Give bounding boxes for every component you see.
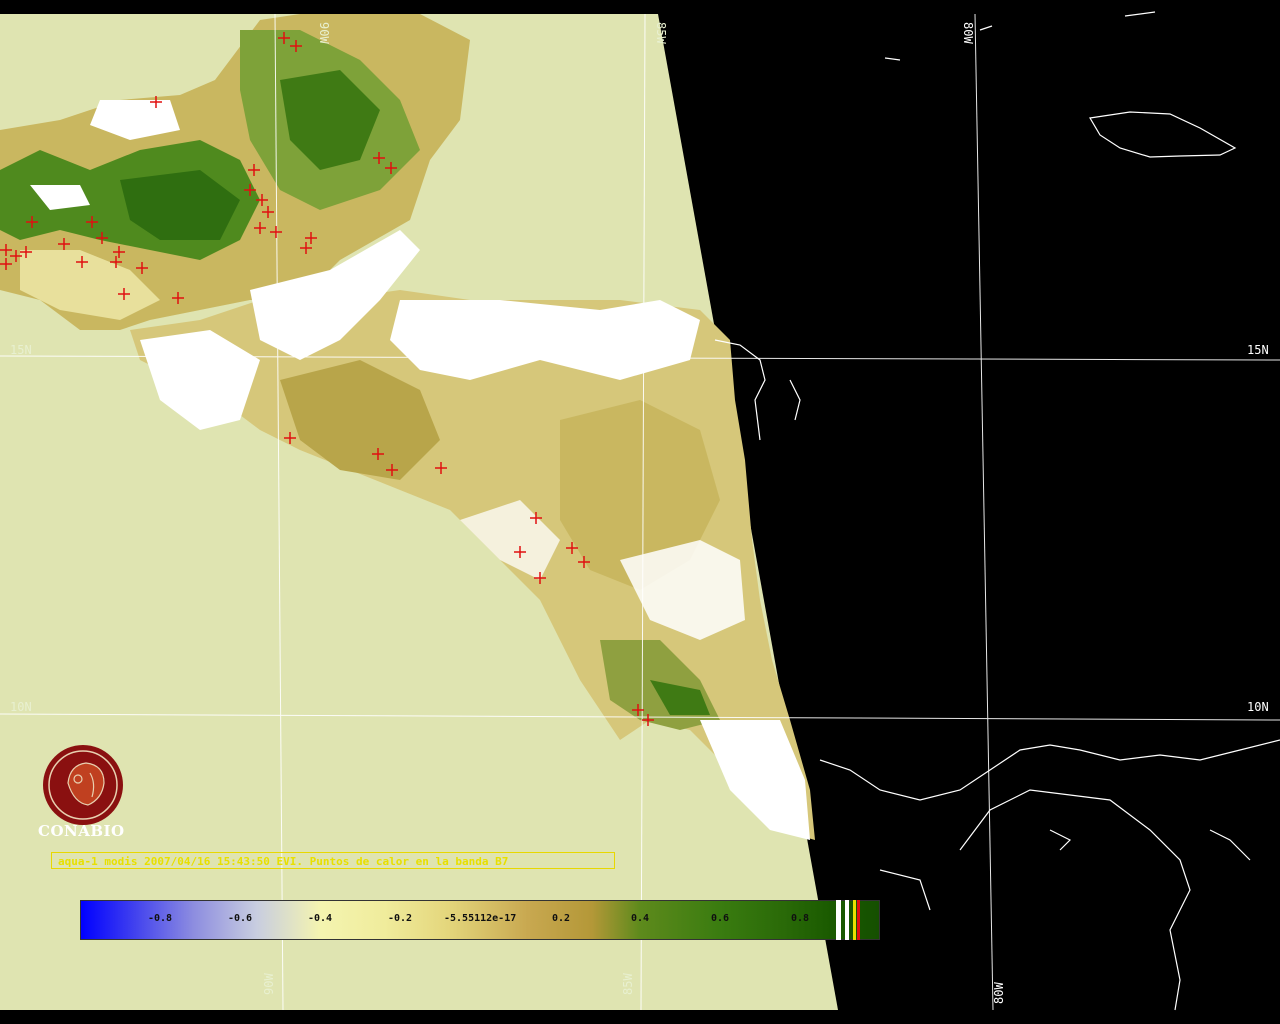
map-canvas: 90W 85W 80W 15N 15N 10N 10N 90W 85W 80W [0,0,1280,1024]
label-15n-left: 15N [10,343,32,357]
colorbar-tick: 0.4 [631,913,650,924]
colorbar-red-swatch [857,900,860,940]
label-15n-right: 15N [1247,343,1269,357]
conabio-logo-text: CONABIO [38,822,125,840]
colorbar-tick: -0.4 [308,913,333,924]
image-caption: aqua-1 modis 2007/04/16 15:43:50 EVI. Pu… [51,852,615,869]
colorbar-tick: -0.2 [388,913,413,924]
label-10n-left: 10N [10,700,32,714]
colorbar-tick: -0.6 [228,913,253,924]
label-85w-bottom: 85W [621,973,635,995]
colorbar-tick: -0.8 [148,913,173,924]
label-80w-bottom: 80W [992,982,1006,1004]
label-90w-top: 90W [317,22,331,44]
label-10n-right: 10N [1247,700,1269,714]
colorbar-tick: 0.8 [791,913,810,924]
colorbar-tick: -5.55112e-17 [444,913,517,924]
colorbar-tick: 0.2 [552,913,571,924]
label-80w-top: 80W [961,22,975,44]
label-85w-top: 85W [654,22,668,44]
colorbar-tick: 0.6 [711,913,730,924]
label-90w-bottom: 90W [262,973,276,995]
colorbar-white-swatch [845,900,849,940]
colorbar-cloud-swatch [836,900,841,940]
colorbar-yellow-swatch [853,900,856,940]
